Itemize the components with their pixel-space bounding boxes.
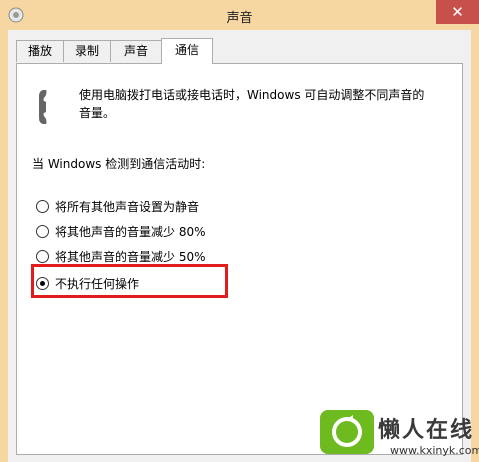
radio-button[interactable]	[36, 200, 49, 213]
watermark-logo-icon	[320, 410, 374, 454]
description-text: 使用电脑拨打电话或接电话时，Windows 可自动调整不同声音的音量。	[79, 88, 425, 120]
watermark-url: www.kxinyk.com	[390, 444, 479, 457]
close-button[interactable]: ✕	[436, 0, 479, 24]
tab-communications[interactable]: 通信	[161, 38, 213, 64]
radio-button[interactable]	[36, 250, 49, 263]
radio-button[interactable]	[36, 225, 49, 238]
watermark-text: 懒人在线	[378, 418, 475, 443]
window-frame-right	[471, 30, 479, 462]
tab-sounds[interactable]: 声音	[110, 40, 162, 62]
radio-label: 将所有其他声音设置为静音	[55, 200, 200, 214]
radio-label: 将其他声音的音量减少 80%	[55, 225, 206, 239]
phone-handset-icon	[39, 90, 47, 124]
title-bar: 声音 ✕	[0, 0, 479, 30]
tab-playback[interactable]: 播放	[16, 40, 64, 62]
radio-label: 将其他声音的音量减少 50%	[55, 250, 206, 264]
communications-panel: 使用电脑拨打电话或接电话时，Windows 可自动调整不同声音的音量。 当 Wi…	[16, 63, 463, 455]
tab-recording[interactable]: 录制	[63, 40, 111, 62]
group-label: 当 Windows 检测到通信活动时:	[32, 157, 206, 171]
window-title: 声音	[226, 11, 253, 26]
highlight-annotation-box	[31, 264, 228, 298]
window-frame-left	[0, 30, 8, 462]
